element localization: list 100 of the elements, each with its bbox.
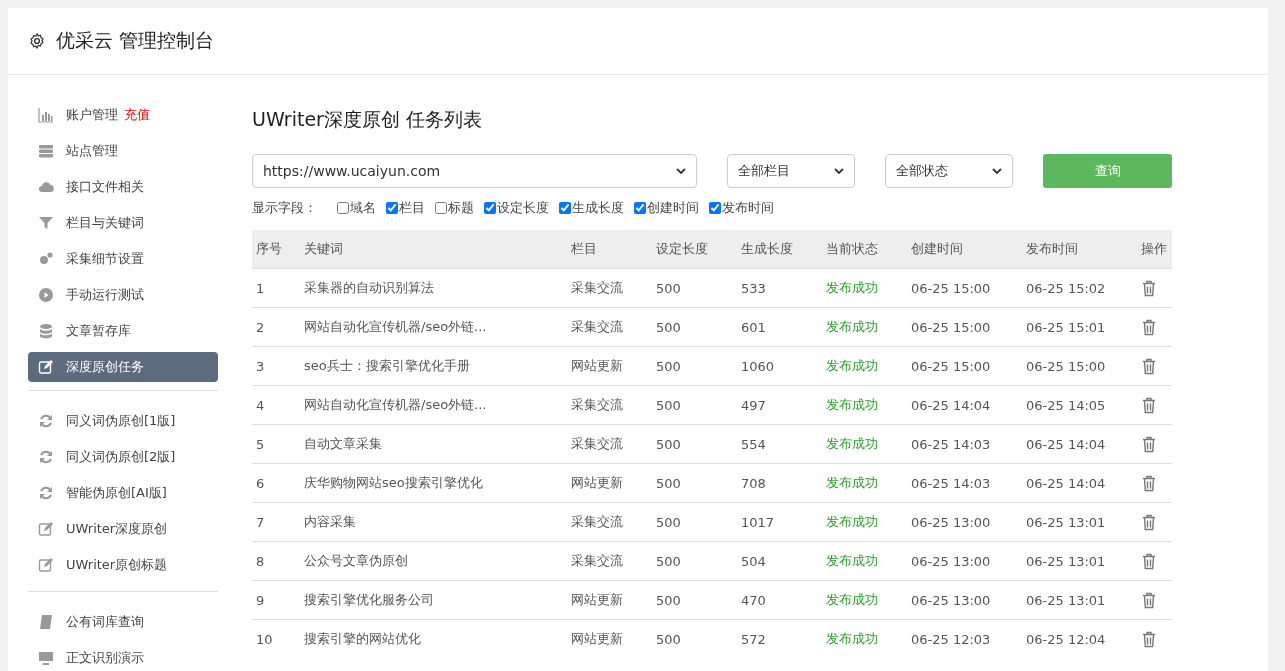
checkbox-label: 创建时间 [647, 199, 699, 217]
field-checkbox[interactable] [484, 202, 496, 214]
table-cell: 10 [256, 631, 273, 647]
table-cell: 采集交流 [571, 436, 623, 451]
table-cell: 06-25 15:00 [1026, 358, 1106, 374]
table-cell: 06-25 15:00 [911, 319, 991, 335]
field-checkbox[interactable] [435, 202, 447, 214]
table-cell: 1 [256, 280, 265, 296]
sidebar-label: 接口文件相关 [66, 178, 144, 196]
column-select[interactable]: 全部栏目 [727, 154, 855, 188]
table-cell: seo兵士：搜索引擎优化手册 [304, 358, 470, 373]
checkbox-label: 标题 [448, 199, 474, 217]
sidebar-label: 手动运行测试 [66, 286, 144, 304]
fields-label: 显示字段： [252, 199, 317, 217]
delete-icon[interactable] [1142, 435, 1156, 453]
sidebar-item[interactable]: 站点管理 [28, 133, 218, 169]
table-cell: 采集交流 [571, 319, 623, 334]
delete-icon[interactable] [1142, 279, 1156, 297]
column-header: 栏目 [571, 241, 597, 256]
table-cell: 6 [256, 475, 265, 491]
sidebar-item[interactable]: UWriter深度原创 [28, 511, 218, 547]
table-cell: 9 [256, 592, 265, 608]
delete-icon[interactable] [1142, 396, 1156, 414]
table-cell: 8 [256, 553, 265, 569]
sidebar-item[interactable]: UWriter原创标题 [28, 547, 218, 583]
table-cell: 06-25 15:00 [911, 280, 991, 296]
console-title: 优采云 管理控制台 [56, 28, 215, 53]
checkbox-label: 生成长度 [572, 199, 624, 217]
field-checkbox[interactable] [559, 202, 571, 214]
table-cell: 2 [256, 319, 265, 335]
table-cell: 公众号文章伪原创 [304, 553, 408, 568]
filter-icon [38, 215, 54, 231]
column-header: 关键词 [304, 241, 343, 256]
field-checkbox[interactable] [634, 202, 646, 214]
sidebar-item[interactable]: 接口文件相关 [28, 169, 218, 205]
delete-icon[interactable] [1142, 630, 1156, 648]
status-select[interactable]: 全部状态 [885, 154, 1013, 188]
status-text: 发布成功 [826, 514, 878, 529]
table-cell: 500 [656, 592, 681, 608]
table-cell: 采集交流 [571, 514, 623, 529]
delete-icon[interactable] [1142, 513, 1156, 531]
table-cell: 采集交流 [571, 553, 623, 568]
delete-icon[interactable] [1142, 357, 1156, 375]
sidebar-label: 同义词伪原创[2版] [66, 448, 176, 466]
table-cell: 500 [656, 475, 681, 491]
table-cell: 网站自动化宣传机器/seo外链... [304, 319, 487, 334]
sidebar-item[interactable]: 手动运行测试 [28, 277, 218, 313]
bar-chart-icon [38, 107, 54, 123]
table-cell: 4 [256, 397, 265, 413]
table-cell: 500 [656, 436, 681, 452]
sidebar-item[interactable]: 公有词库查询 [28, 604, 218, 640]
status-text: 发布成功 [826, 280, 878, 295]
delete-icon[interactable] [1142, 474, 1156, 492]
chevron-down-icon [676, 167, 686, 175]
status-text: 发布成功 [826, 436, 878, 451]
table-cell: 采集器的自动识别算法 [304, 280, 434, 295]
field-checkbox[interactable] [386, 202, 398, 214]
sidebar-item[interactable]: 同义词伪原创[2版] [28, 439, 218, 475]
delete-icon[interactable] [1142, 318, 1156, 336]
table-cell: 06-25 15:01 [1026, 319, 1106, 335]
table-cell: 网站更新 [571, 592, 623, 607]
delete-icon[interactable] [1142, 591, 1156, 609]
table-cell: 06-25 12:04 [1026, 631, 1106, 647]
sidebar-item[interactable]: 智能伪原创[AI版] [28, 475, 218, 511]
sidebar-item[interactable]: 文章暂存库 [28, 313, 218, 349]
table-cell: 7 [256, 514, 265, 530]
table-cell: 自动文章采集 [304, 436, 382, 451]
sidebar-item[interactable]: 栏目与关键词 [28, 205, 218, 241]
table-cell: 网站自动化宣传机器/seo外链... [304, 397, 487, 412]
column-header: 创建时间 [911, 241, 963, 256]
site-select[interactable]: https://www.ucaiyun.com [252, 154, 697, 188]
status-text: 发布成功 [826, 553, 878, 568]
table-cell: 601 [741, 319, 766, 335]
table-cell: 06-25 14:03 [911, 436, 991, 452]
refresh-icon [38, 413, 54, 429]
table-cell: 网站更新 [571, 358, 623, 373]
table-cell: 497 [741, 397, 766, 413]
sidebar-label: 智能伪原创[AI版] [66, 484, 167, 502]
page-title: UWriter深度原创 任务列表 [252, 107, 483, 132]
sidebar-item[interactable]: 同义词伪原创[1版] [28, 403, 218, 439]
delete-icon[interactable] [1142, 552, 1156, 570]
table-cell: 1060 [741, 358, 775, 374]
sidebar-item[interactable]: 采集细节设置 [28, 241, 218, 277]
checkbox-label: 发布时间 [722, 199, 774, 217]
edit-icon [38, 521, 54, 537]
field-checkbox[interactable] [709, 202, 721, 214]
column-header: 当前状态 [826, 241, 878, 256]
table-cell: 572 [741, 631, 766, 647]
table-cell: 06-25 14:04 [911, 397, 991, 413]
table-cell: 搜索引擎优化服务公司 [304, 592, 434, 607]
sidebar-item[interactable]: 正文识别演示 [28, 640, 218, 671]
recharge-link[interactable]: 充值 [124, 106, 150, 124]
sidebar-label: UWriter深度原创 [66, 520, 168, 538]
sidebar-item[interactable]: 深度原创任务 [28, 352, 218, 382]
table-cell: 06-25 14:04 [1026, 436, 1106, 452]
table-cell: 500 [656, 631, 681, 647]
sidebar-item[interactable]: 账户管理 充值 [28, 97, 218, 133]
field-checkbox[interactable] [337, 202, 349, 214]
sidebar-label: 账户管理 [66, 106, 118, 124]
table-cell: 470 [741, 592, 766, 608]
